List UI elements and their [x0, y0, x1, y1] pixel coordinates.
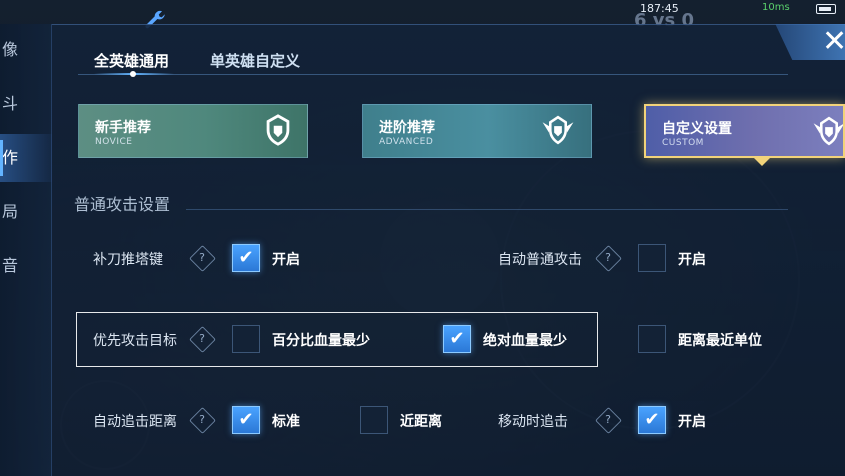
battery-icon — [816, 4, 836, 14]
chase-close-option-label: 近距离 — [400, 414, 442, 430]
helmet-emblem-icon — [259, 113, 297, 151]
section-divider — [186, 209, 788, 210]
checkmark-icon: ✔ — [449, 328, 465, 349]
absolute-hp-checkbox[interactable]: ✔ — [443, 325, 471, 353]
checkmark-icon: ✔ — [644, 409, 660, 430]
chase-standard-option-label: 标准 — [272, 414, 300, 430]
last-hit-option-label: 开启 — [272, 252, 300, 268]
nearest-unit-option-label: 距离最近单位 — [678, 333, 762, 349]
preset-novice-card[interactable]: 新手推荐 NOVICE — [78, 104, 308, 158]
winged-helmet-emblem-icon — [810, 114, 843, 152]
chase-standard-checkbox[interactable]: ✔ — [232, 406, 260, 434]
active-tab-indicator — [94, 71, 174, 77]
help-icon[interactable]: ? — [190, 408, 214, 432]
close-icon[interactable]: ✕ — [822, 24, 845, 60]
settings-category-nav: 像 斗 作 局 音 — [0, 24, 52, 476]
auto-attack-label: 自动普通攻击 — [498, 252, 582, 268]
side-nav-item-battle[interactable]: 斗 — [0, 80, 52, 128]
help-icon[interactable]: ? — [596, 246, 620, 270]
help-icon[interactable]: ? — [190, 327, 214, 351]
tab-divider — [78, 74, 788, 75]
chase-distance-label: 自动追击距离 — [93, 414, 177, 430]
auto-attack-checkbox[interactable] — [638, 244, 666, 272]
side-nav-label: 像 — [2, 40, 19, 59]
move-chase-label: 移动时追击 — [498, 414, 568, 430]
chase-close-checkbox[interactable] — [360, 406, 388, 434]
last-hit-label: 补刀推塔键 — [93, 252, 163, 268]
side-nav-item-controls[interactable]: 作 — [0, 134, 52, 182]
preset-custom-card[interactable]: 自定义设置 CUSTOM — [644, 104, 845, 158]
auto-attack-option-label: 开启 — [678, 252, 706, 268]
checkmark-icon: ✔ — [238, 247, 254, 268]
ping-readout: 10ms — [762, 2, 790, 13]
match-time: 187:45 — [640, 2, 679, 15]
side-nav-label: 音 — [2, 256, 19, 275]
selected-preset-pointer — [754, 158, 770, 166]
preset-subtitle: CUSTOM — [662, 138, 704, 148]
priority-target-label: 优先攻击目标 — [93, 333, 177, 349]
preset-advanced-card[interactable]: 进阶推荐 ADVANCED — [362, 104, 592, 158]
preset-subtitle: NOVICE — [95, 137, 133, 147]
settings-panel — [52, 24, 845, 476]
absolute-hp-option-label: 绝对血量最少 — [483, 333, 567, 349]
help-icon[interactable]: ? — [190, 246, 214, 270]
help-icon[interactable]: ? — [596, 408, 620, 432]
checkmark-icon: ✔ — [238, 409, 254, 430]
status-bar: 6 vs 0 187:45 10ms — [0, 0, 845, 31]
nearest-unit-checkbox[interactable] — [638, 325, 666, 353]
side-nav-item-match[interactable]: 局 — [0, 188, 52, 236]
preset-title: 新手推荐 — [95, 120, 151, 136]
side-nav-item-sound[interactable]: 音 — [0, 242, 52, 290]
side-nav-label: 斗 — [2, 94, 19, 113]
section-title: 普通攻击设置 — [74, 195, 171, 214]
preset-title: 进阶推荐 — [379, 120, 435, 136]
side-nav-label: 局 — [2, 202, 19, 221]
winged-helmet-emblem-icon — [539, 113, 577, 151]
percent-hp-option-label: 百分比血量最少 — [272, 333, 370, 349]
tab-single-hero[interactable]: 单英雄自定义 — [210, 50, 300, 71]
side-nav-label: 作 — [2, 148, 19, 167]
side-nav-item-display[interactable]: 像 — [0, 26, 52, 74]
preset-title: 自定义设置 — [662, 121, 732, 137]
preset-subtitle: ADVANCED — [379, 137, 434, 147]
percent-hp-checkbox[interactable] — [232, 325, 260, 353]
move-chase-option-label: 开启 — [678, 414, 706, 430]
move-chase-checkbox[interactable]: ✔ — [638, 406, 666, 434]
tab-all-heroes[interactable]: 全英雄通用 — [94, 50, 169, 71]
last-hit-checkbox[interactable]: ✔ — [232, 244, 260, 272]
